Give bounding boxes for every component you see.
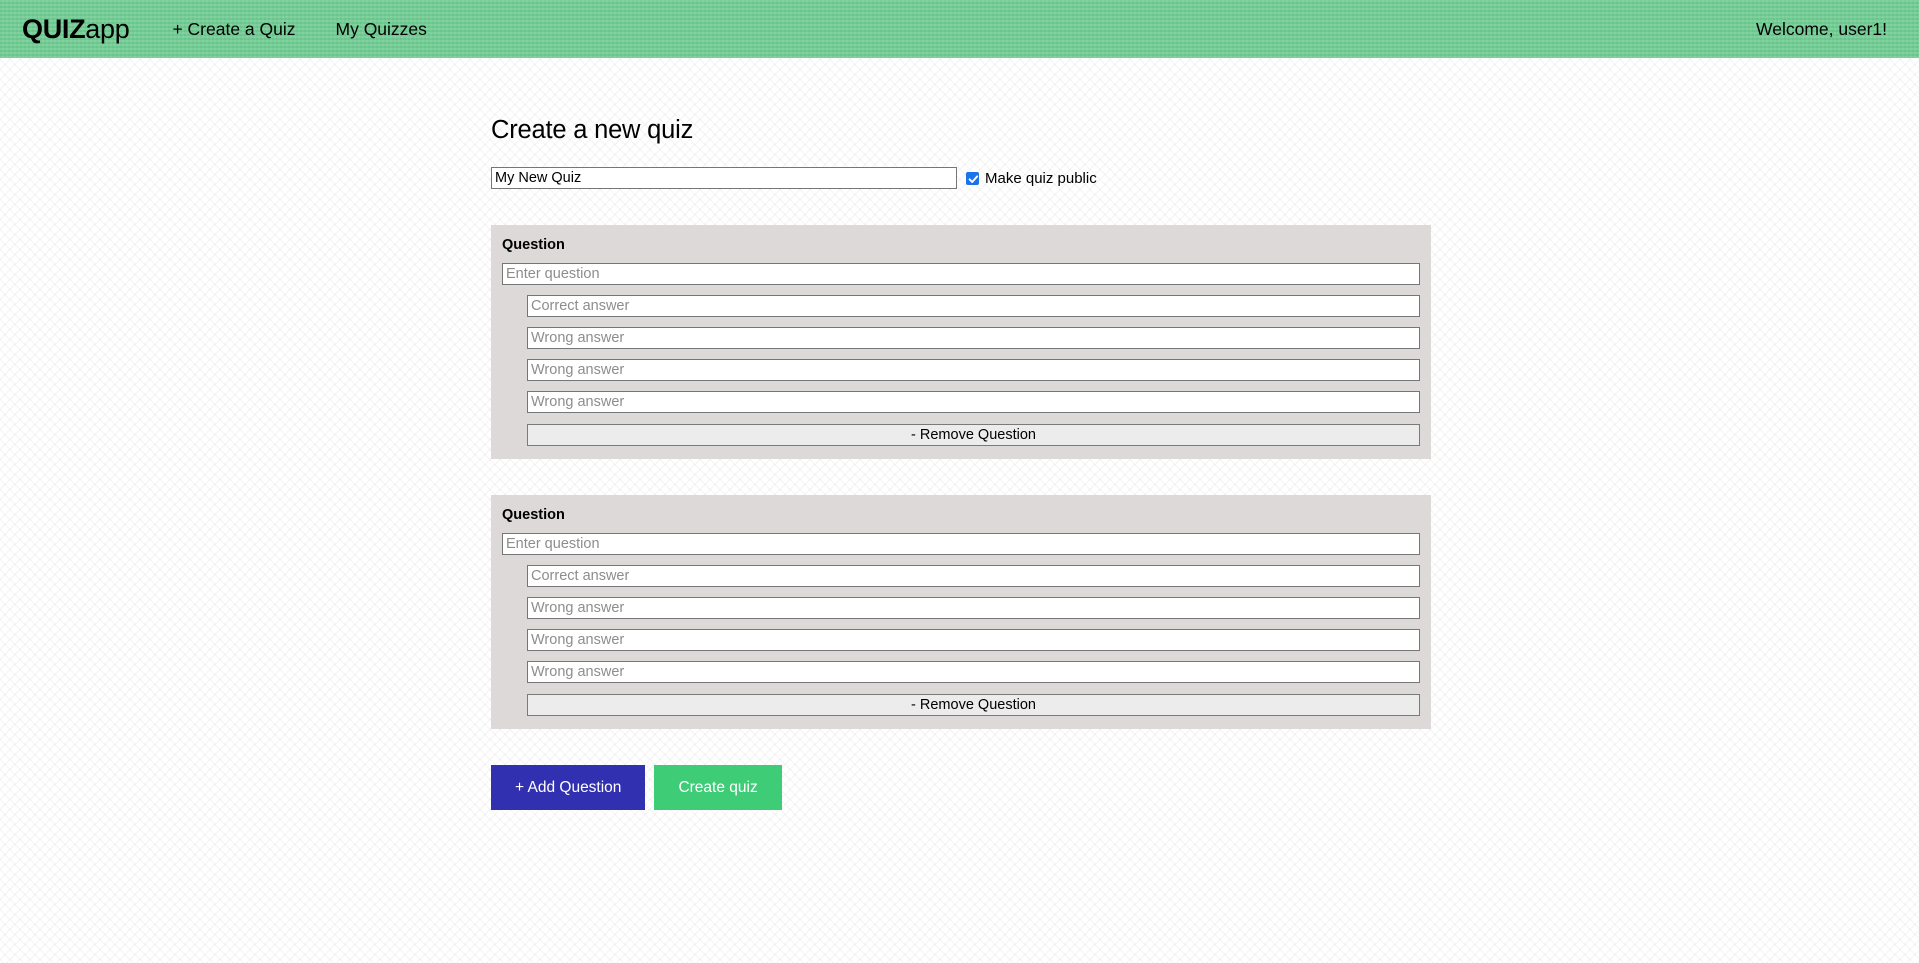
wrong-answer-input-1[interactable] [527,327,1420,349]
question-legend: Question [502,507,565,523]
brand-light-text: app [85,13,130,44]
answers-group: - Remove Question [502,295,1420,446]
make-public-label: Make quiz public [985,169,1097,187]
main-content: Create a new quiz Make quiz public Quest… [0,58,1919,810]
wrong-answer-input-2[interactable] [527,359,1420,381]
nav-link-my-quizzes[interactable]: My Quizzes [336,19,427,40]
quiz-title-row: Make quiz public [491,167,1919,189]
question-card: Question - Remove Question [491,495,1431,729]
wrong-answer-input-3[interactable] [527,661,1420,683]
brand-strong-text: QUIZ [22,13,86,44]
nav-link-create-quiz[interactable]: + Create a Quiz [172,19,295,40]
question-text-input[interactable] [502,533,1420,555]
form-actions: + Add Question Create quiz [491,765,1919,810]
add-question-button[interactable]: + Add Question [491,765,646,810]
brand-logo[interactable]: QUIZapp [22,13,130,45]
wrong-answer-input-1[interactable] [527,597,1420,619]
navbar: QUIZapp + Create a Quiz My Quizzes Welco… [0,0,1919,58]
question-card: Question - Remove Question [491,225,1431,459]
correct-answer-input[interactable] [527,295,1420,317]
wrong-answer-input-3[interactable] [527,391,1420,413]
wrong-answer-input-2[interactable] [527,629,1420,651]
answers-group: - Remove Question [502,565,1420,716]
quiz-title-input[interactable] [491,167,957,189]
make-public-checkbox-group[interactable]: Make quiz public [966,170,1097,187]
question-text-input[interactable] [502,263,1420,285]
remove-question-button[interactable]: - Remove Question [527,424,1420,446]
create-quiz-button[interactable]: Create quiz [654,765,782,810]
checkbox-checked-icon[interactable] [966,171,979,185]
remove-question-button[interactable]: - Remove Question [527,694,1420,716]
welcome-message: Welcome, user1! [1756,18,1887,39]
question-legend: Question [502,237,565,253]
page-title: Create a new quiz [491,116,694,144]
correct-answer-input[interactable] [527,565,1420,587]
